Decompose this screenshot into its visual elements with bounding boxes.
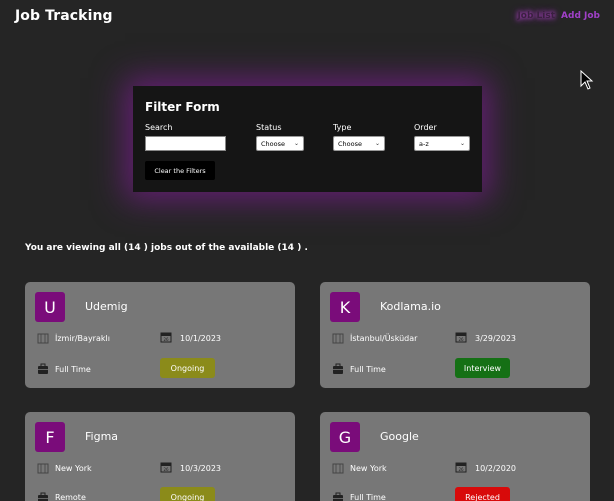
status-badge: Interview [455, 358, 510, 378]
type-label: Type [333, 123, 352, 132]
status-badge: Ongoing [160, 487, 215, 501]
job-date: 3/29/2023 [475, 334, 517, 343]
app-title: Job Tracking [15, 8, 113, 24]
map-icon [37, 463, 49, 474]
clear-filters-button[interactable]: Clear the Filters [145, 161, 215, 180]
job-card[interactable]: G Google New York 26 10/2/2020 Full Time… [320, 412, 590, 501]
type-select-value: Choose [338, 139, 362, 148]
status-select[interactable]: Choose ⌄ [256, 136, 304, 151]
order-label: Order [414, 123, 437, 132]
status-label: Status [256, 123, 282, 132]
briefcase-icon [38, 492, 48, 501]
nav-add-job-link[interactable]: Add Job [561, 11, 600, 21]
job-card[interactable]: U Udemig İzmir/Bayraklı 26 10/1/2023 Ful… [25, 282, 295, 388]
order-select-value: a-z [419, 139, 429, 148]
jobs-summary-text: You are viewing all (14 ) jobs out of th… [25, 243, 308, 253]
order-select[interactable]: a-z ⌄ [414, 136, 470, 151]
briefcase-icon [333, 492, 343, 501]
svg-text:26: 26 [458, 337, 464, 342]
job-location: İzmir/Bayraklı [55, 334, 110, 343]
briefcase-icon [333, 363, 343, 374]
header: Job Tracking Job List Add Job [0, 0, 614, 40]
svg-text:26: 26 [163, 467, 169, 472]
map-icon [332, 463, 344, 474]
job-card[interactable]: K Kodlama.io İstanbul/Üsküdar 26 3/29/20… [320, 282, 590, 388]
status-badge: Ongoing [160, 358, 215, 378]
filter-form-title: Filter Form [145, 100, 220, 114]
status-select-value: Choose [261, 139, 285, 148]
job-card[interactable]: F Figma New York 26 10/3/2023 Remote Ong… [25, 412, 295, 501]
job-type: Remote [55, 493, 86, 501]
company-name: Google [380, 430, 419, 443]
nav-job-list-link[interactable]: Job List [517, 11, 555, 21]
svg-text:26: 26 [458, 467, 464, 472]
map-icon [332, 333, 344, 344]
filter-form: Filter Form Search Status Type Order Cho… [133, 86, 482, 192]
company-name: Kodlama.io [380, 300, 441, 313]
status-badge: Rejected [455, 487, 510, 501]
svg-text:26: 26 [163, 337, 169, 342]
job-location: New York [350, 464, 387, 473]
job-location: New York [55, 464, 92, 473]
job-location: İstanbul/Üsküdar [350, 334, 418, 343]
mouse-cursor-icon [580, 70, 594, 90]
job-date: 10/3/2023 [180, 464, 222, 473]
chevron-down-icon: ⌄ [374, 140, 380, 147]
search-input[interactable] [145, 136, 226, 151]
calendar-icon: 26 [455, 462, 467, 473]
map-icon [37, 333, 49, 344]
job-type: Full Time [55, 365, 91, 374]
company-name: Udemig [85, 300, 128, 313]
search-label: Search [145, 123, 173, 132]
briefcase-icon [38, 363, 48, 374]
calendar-icon: 26 [160, 332, 172, 343]
job-type: Full Time [350, 365, 386, 374]
company-logo: K [330, 292, 360, 322]
company-logo: U [35, 292, 65, 322]
type-select[interactable]: Choose ⌄ [333, 136, 385, 151]
company-logo: F [35, 422, 65, 452]
chevron-down-icon: ⌄ [293, 140, 299, 147]
company-name: Figma [85, 430, 119, 443]
company-logo: G [330, 422, 360, 452]
calendar-icon: 26 [160, 462, 172, 473]
calendar-icon: 26 [455, 332, 467, 343]
chevron-down-icon: ⌄ [459, 140, 465, 147]
job-type: Full Time [350, 493, 386, 501]
top-nav: Job List Add Job [517, 11, 600, 21]
job-date: 10/2/2020 [475, 464, 517, 473]
job-date: 10/1/2023 [180, 334, 222, 343]
